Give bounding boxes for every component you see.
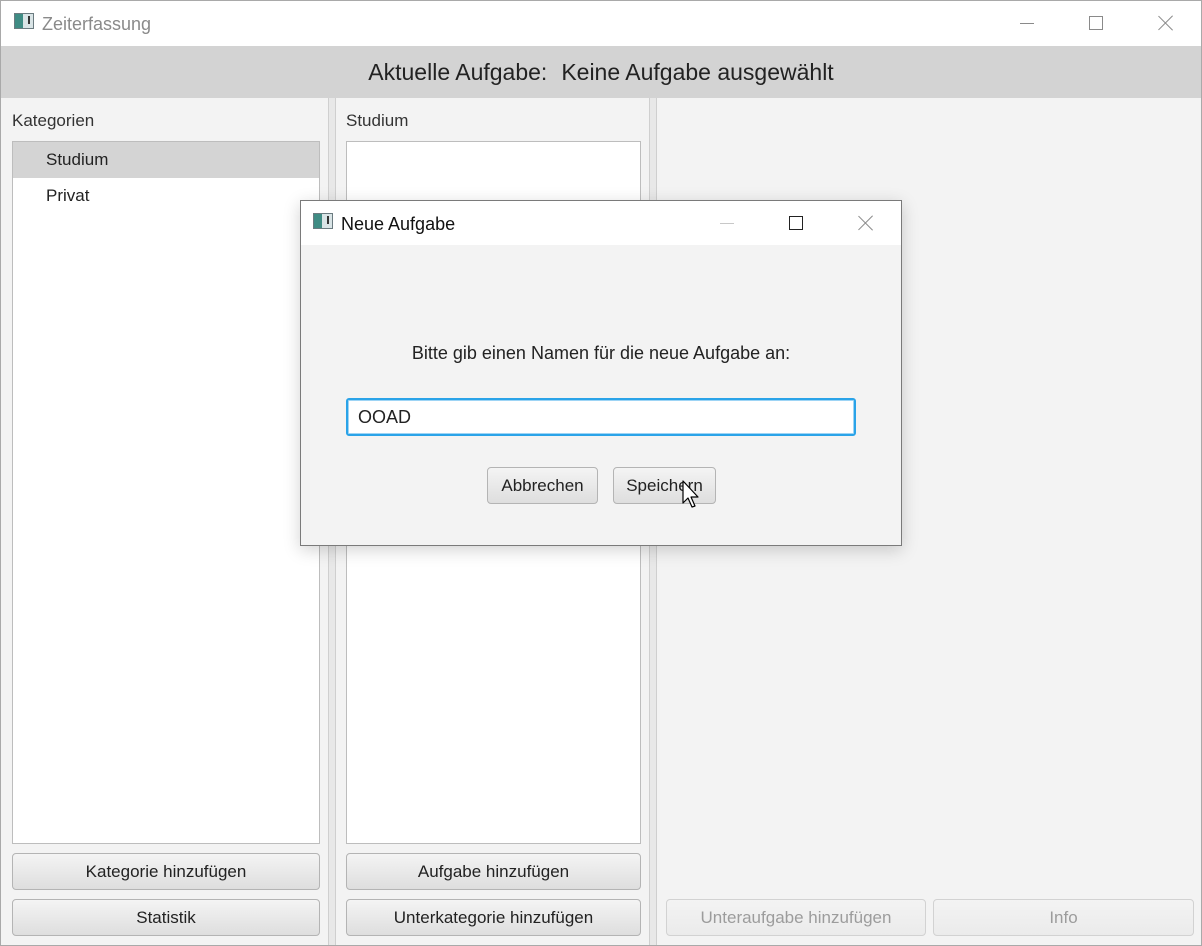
current-task-label: Aktuelle Aufgabe: [368,58,548,85]
current-task-value: Keine Aufgabe ausgewählt [561,58,834,85]
task-name-input[interactable] [346,398,856,436]
dialog-title: Neue Aufgabe [341,214,456,234]
maximize-icon [1089,16,1103,30]
app-icon [14,13,34,29]
dialog-message: Bitte gib einen Namen für die neue Aufga… [411,343,791,363]
window-title: Zeiterfassung [42,14,152,34]
close-icon [1158,15,1174,31]
maximize-button[interactable] [1073,1,1119,45]
minimize-button[interactable] [1004,1,1050,45]
dialog-titlebar[interactable]: Neue Aufgabe [301,201,901,245]
dialog-minimize-button [704,201,750,245]
list-item-privat[interactable]: Privat [13,178,319,214]
categories-label: Kategorien [12,111,95,130]
dialog-app-icon [313,213,333,229]
dialog-maximize-button[interactable] [773,201,819,245]
cancel-button[interactable]: Abbrechen [487,467,598,504]
new-task-dialog: Neue Aufgabe Bitte gib einen Namen für d… [300,200,902,546]
close-button[interactable] [1143,1,1189,45]
dialog-close-button[interactable] [843,201,889,245]
main-titlebar[interactable]: Zeiterfassung [1,1,1201,46]
minimize-icon [1020,22,1034,24]
add-subcategory-button[interactable]: Unterkategorie hinzufügen [346,899,641,936]
categories-list[interactable]: Studium Privat [12,141,320,844]
list-item-studium[interactable]: Studium [13,142,319,178]
statistics-button[interactable]: Statistik [12,899,320,936]
info-button[interactable]: Info [933,899,1194,936]
tasks-label: Studium [346,111,409,130]
close-icon [858,215,874,231]
minimize-icon [720,222,734,224]
add-subtask-button[interactable]: Unteraufgabe hinzufügen [666,899,926,936]
add-task-button[interactable]: Aufgabe hinzufügen [346,853,641,890]
add-category-button[interactable]: Kategorie hinzufügen [12,853,320,890]
maximize-icon [789,216,803,230]
current-task-header: Aktuelle Aufgabe: Keine Aufgabe ausgewäh… [1,46,1201,98]
mouse-pointer-icon [682,480,699,508]
